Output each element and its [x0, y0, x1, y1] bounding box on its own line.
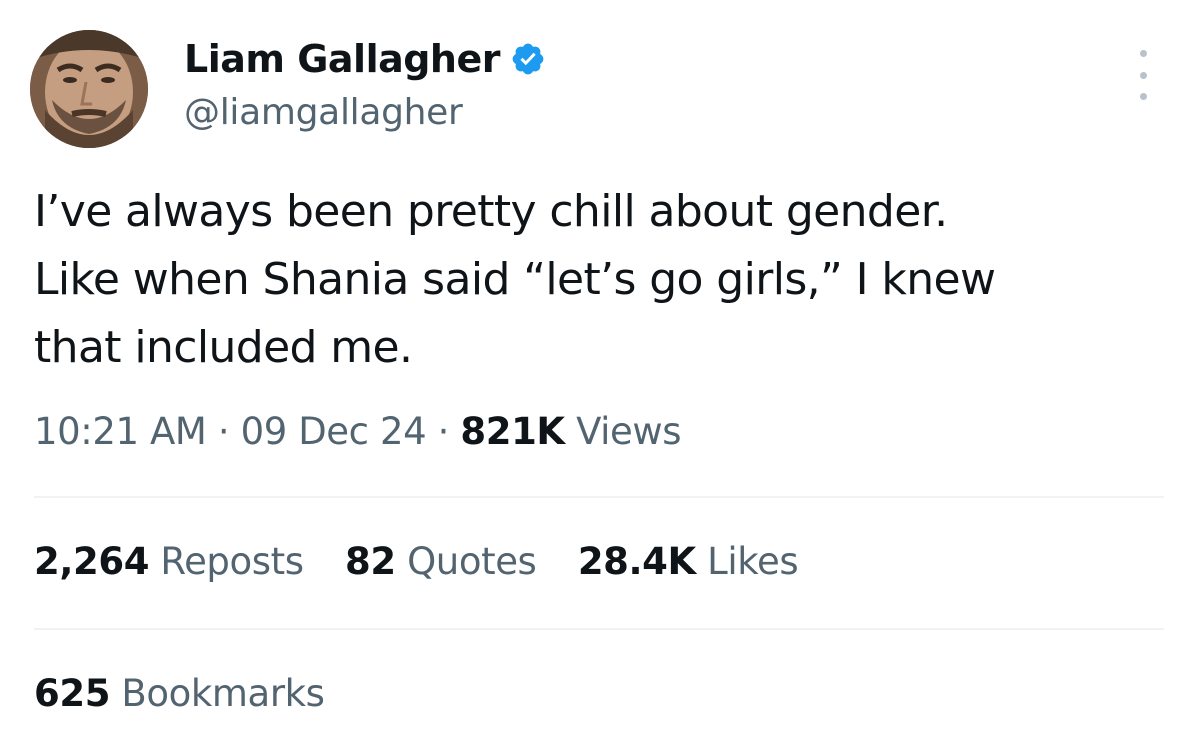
- meta-separator: ·: [217, 410, 230, 453]
- views-label[interactable]: Views: [576, 410, 681, 453]
- bookmarks-stat[interactable]: 625 Bookmarks: [34, 672, 325, 715]
- bookmarks-label: Bookmarks: [121, 672, 325, 715]
- views-count[interactable]: 821K: [460, 410, 565, 453]
- tweet-text-line: Like when Shania said “let’s go girls,” …: [34, 254, 996, 305]
- likes-label: Likes: [707, 540, 799, 583]
- avatar-face-graphic: [30, 30, 148, 148]
- more-dot: [1139, 93, 1147, 100]
- quotes-stat[interactable]: 82 Quotes: [345, 540, 537, 583]
- user-handle[interactable]: @liamgallagher: [184, 92, 546, 133]
- author-block: Liam Gallagher @liamgallagher: [184, 34, 546, 133]
- tweet-time[interactable]: 10:21 AM: [34, 410, 207, 453]
- likes-count: 28.4K: [577, 540, 696, 583]
- meta-separator: ·: [437, 410, 450, 453]
- tweet-meta: 10:21 AM · 09 Dec 24 · 821K Views: [34, 410, 682, 453]
- more-options-icon[interactable]: [1130, 50, 1156, 100]
- engagement-stats: 2,264 Reposts 82 Quotes 28.4K Likes: [34, 540, 828, 583]
- avatar[interactable]: [30, 30, 148, 148]
- tweet-text: I’ve always been pretty chill about gend…: [34, 178, 1174, 382]
- divider: [34, 496, 1164, 498]
- likes-stat[interactable]: 28.4K Likes: [577, 540, 799, 583]
- more-dot: [1139, 50, 1147, 57]
- name-row: Liam Gallagher: [184, 34, 546, 84]
- tweet-text-line: I’ve always been pretty chill about gend…: [34, 186, 948, 237]
- quotes-label: Quotes: [407, 540, 537, 583]
- display-name[interactable]: Liam Gallagher: [184, 37, 501, 81]
- reposts-count: 2,264: [34, 540, 150, 583]
- reposts-label: Reposts: [160, 540, 304, 583]
- verified-badge-icon[interactable]: [510, 41, 546, 77]
- tweet-date[interactable]: 09 Dec 24: [241, 410, 427, 453]
- divider: [34, 628, 1164, 630]
- reposts-stat[interactable]: 2,264 Reposts: [34, 540, 304, 583]
- bookmarks-count: 625: [34, 672, 111, 715]
- tweet-text-line: that included me.: [34, 322, 413, 373]
- quotes-count: 82: [345, 540, 396, 583]
- more-dot: [1139, 71, 1147, 79]
- tweet-card: Liam Gallagher @liamgallagher I’ve alway…: [0, 0, 1200, 746]
